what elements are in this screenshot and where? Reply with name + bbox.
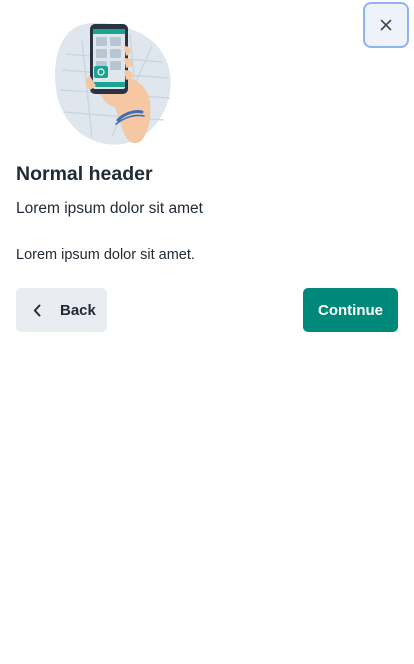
- chevron-left-icon: [33, 303, 45, 317]
- phone-in-hand-illustration: [52, 20, 176, 146]
- close-button[interactable]: [363, 2, 409, 48]
- close-icon: [380, 19, 392, 31]
- dialog-title: Normal header: [16, 163, 153, 185]
- dialog-page: Normal header Lorem ipsum dolor sit amet…: [0, 0, 414, 664]
- dialog-subtitle: Lorem ipsum dolor sit amet: [16, 200, 203, 217]
- back-button[interactable]: Back: [16, 288, 107, 332]
- continue-button[interactable]: Continue: [303, 288, 398, 332]
- back-button-label: Back: [60, 301, 96, 319]
- dialog-body-text: Lorem ipsum dolor sit amet.: [16, 247, 195, 263]
